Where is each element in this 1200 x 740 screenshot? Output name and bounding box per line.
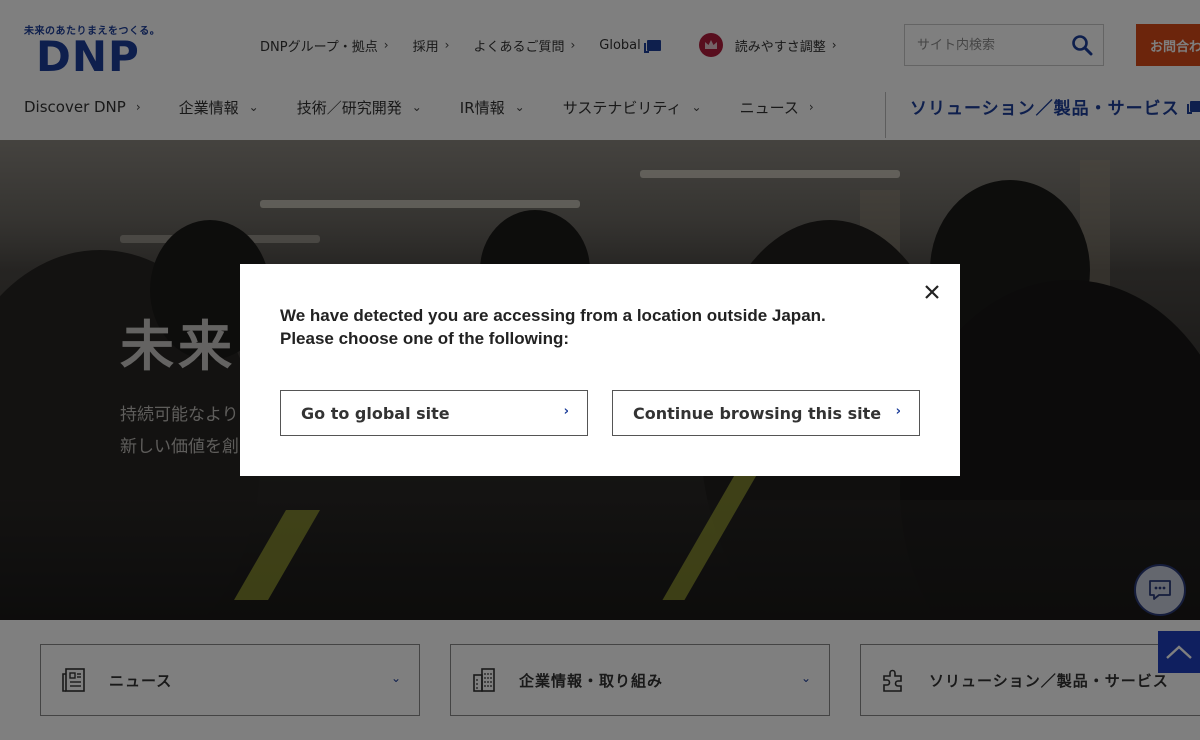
continue-browsing-button[interactable]: Continue browsing this site › (612, 390, 920, 436)
dialog-message-line2: Please choose one of the following: (280, 329, 570, 348)
button-label: Continue browsing this site (633, 403, 882, 423)
chevron-right-icon: › (895, 404, 901, 419)
button-label: Go to global site (301, 403, 450, 423)
chevron-right-icon: › (563, 404, 569, 419)
region-detect-dialog: We have detected you are accessing from … (240, 264, 960, 476)
dialog-message-line1: We have detected you are accessing from … (280, 306, 826, 325)
close-icon[interactable] (922, 282, 942, 302)
go-to-global-site-button[interactable]: Go to global site › (280, 390, 588, 436)
dialog-message: We have detected you are accessing from … (280, 304, 900, 350)
